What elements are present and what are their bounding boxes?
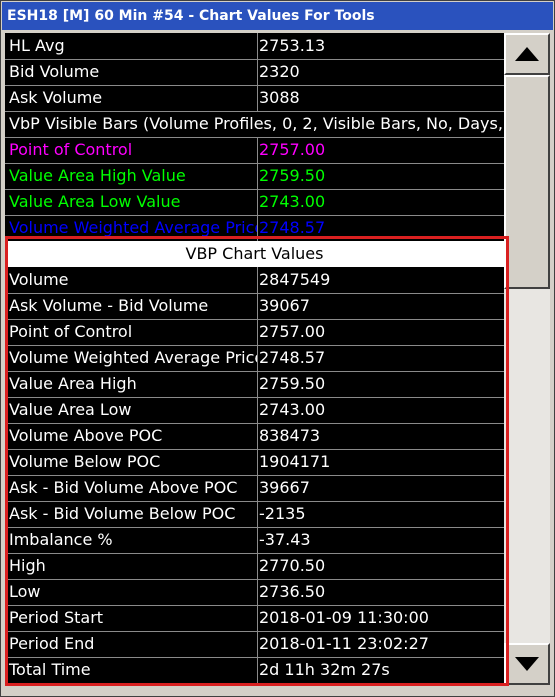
row-name: Bid Volume — [9, 62, 100, 81]
table-row[interactable]: Value Area Low 2743.00 — [5, 397, 504, 423]
row-name: Imbalance % — [9, 530, 113, 549]
row-value: 2759.50 — [257, 163, 504, 189]
row-name: Low — [9, 582, 41, 601]
table-row[interactable]: Point of Control 2757.00 — [5, 319, 504, 345]
list-item[interactable]: Value Area Low Value 2743.00 — [5, 189, 504, 215]
table-row[interactable]: Volume Below POC 1904171 — [5, 449, 504, 475]
list-item[interactable]: Bid Volume 2320 — [5, 59, 504, 85]
row-name: HL Avg — [9, 36, 65, 55]
values-grid: HL Avg 2753.13 Bid Volume 2320 Ask Volum… — [5, 33, 504, 685]
row-value: 2018-01-11 23:02:27 — [257, 631, 504, 657]
table-row[interactable]: Ask - Bid Volume Below POC -2135 — [5, 501, 504, 527]
row-name: Period End — [9, 634, 95, 653]
row-name: Value Area High Value — [9, 166, 186, 185]
list-item[interactable]: VbP Visible Bars (Volume Profiles, 0, 2,… — [5, 111, 504, 137]
row-value: 2320 — [257, 59, 504, 85]
vertical-scrollbar[interactable] — [504, 33, 550, 685]
section-header[interactable]: VBP Chart Values — [5, 241, 504, 267]
list-item[interactable]: Value Area High Value 2759.50 — [5, 163, 504, 189]
row-value: 2748.57 — [257, 345, 504, 371]
row-name: Volume Weighted Average Price — [9, 348, 257, 367]
scrollbar-thumb[interactable] — [504, 75, 550, 289]
list-item[interactable]: Point of Control 2757.00 — [5, 137, 504, 163]
scroll-down-button[interactable] — [504, 643, 550, 685]
table-row[interactable]: Imbalance % -37.43 — [5, 527, 504, 553]
list-item[interactable]: Ask Volume 3088 — [5, 85, 504, 111]
row-value: -37.43 — [257, 527, 504, 553]
row-value: 2757.00 — [257, 137, 504, 163]
list-item[interactable]: Volume Weighted Average Price 2748.57 — [5, 215, 504, 241]
row-name: Volume Below POC — [9, 452, 161, 471]
row-name: Ask Volume - Bid Volume — [9, 296, 209, 315]
row-name: VbP Visible Bars (Volume Profiles, 0, 2,… — [9, 114, 504, 133]
row-value: 2770.50 — [257, 553, 504, 579]
list-item[interactable]: HL Avg 2753.13 — [5, 33, 504, 59]
table-row[interactable]: Period End 2018-01-11 23:02:27 — [5, 631, 504, 657]
row-value: 2018-01-09 11:30:00 — [257, 605, 504, 631]
row-value: 2743.00 — [257, 189, 504, 215]
row-value: 1904171 — [257, 449, 504, 475]
table-row[interactable]: Low 2736.50 — [5, 579, 504, 605]
table-row[interactable]: Value Area High 2759.50 — [5, 371, 504, 397]
row-value: 2736.50 — [257, 579, 504, 605]
table-row[interactable]: Volume Weighted Average Price 2748.57 — [5, 345, 504, 371]
table-row[interactable]: High 2770.50 — [5, 553, 504, 579]
row-name: Value Area Low Value — [9, 192, 181, 211]
row-name: Volume — [9, 270, 69, 289]
row-value: -2135 — [257, 501, 504, 527]
triangle-down-icon — [515, 657, 539, 671]
row-value: 2748.57 — [257, 215, 504, 241]
row-value: 2757.00 — [257, 319, 504, 345]
row-name: Ask - Bid Volume Above POC — [9, 478, 238, 497]
scroll-up-button[interactable] — [504, 33, 550, 75]
row-name: Point of Control — [9, 322, 133, 341]
table-row[interactable]: Ask - Bid Volume Above POC 39667 — [5, 475, 504, 501]
table-row[interactable]: Ask Volume - Bid Volume 39067 — [5, 293, 504, 319]
row-value: 3088 — [257, 85, 504, 111]
row-name: Volume Weighted Average Price — [9, 218, 257, 237]
row-value: 2d 11h 32m 27s — [257, 657, 504, 683]
row-name: Volume Above POC — [9, 426, 163, 445]
table-row[interactable]: Period Start 2018-01-09 11:30:00 — [5, 605, 504, 631]
row-name: Period Start — [9, 608, 104, 627]
row-name: Total Time — [9, 660, 91, 679]
table-row[interactable]: Volume Above POC 838473 — [5, 423, 504, 449]
row-name: Ask - Bid Volume Below POC — [9, 504, 236, 523]
row-name: High — [9, 556, 46, 575]
row-name: Value Area High — [9, 374, 137, 393]
table-row[interactable]: Volume 2847549 — [5, 267, 504, 293]
table-row[interactable]: Total Time 2d 11h 32m 27s — [5, 657, 504, 683]
row-value: 2743.00 — [257, 397, 504, 423]
row-name: Ask Volume — [9, 88, 103, 107]
row-value: 2753.13 — [257, 33, 504, 59]
row-name: Point of Control — [9, 140, 133, 159]
triangle-up-icon — [515, 47, 539, 61]
row-value: 39067 — [257, 293, 504, 319]
row-value: 2847549 — [257, 267, 504, 293]
chart-values-window: ESH18 [M] 60 Min #54 - Chart Values For … — [0, 0, 555, 697]
title-bar[interactable]: ESH18 [M] 60 Min #54 - Chart Values For … — [2, 2, 553, 30]
row-value: 2759.50 — [257, 371, 504, 397]
row-value: 838473 — [257, 423, 504, 449]
row-name: Value Area Low — [9, 400, 132, 419]
row-value: 39667 — [257, 475, 504, 501]
